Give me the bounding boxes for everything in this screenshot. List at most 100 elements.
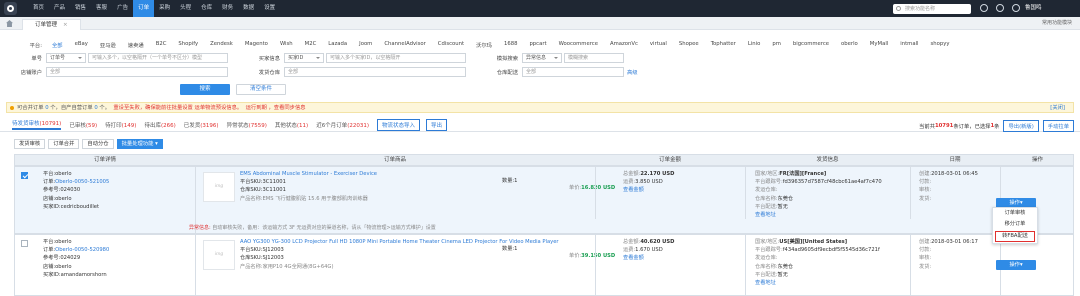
platform-option[interactable]: shopyy bbox=[931, 41, 950, 49]
order-number-input[interactable]: 可输入多个，以空格隔开（一个单号不区分）模型 bbox=[88, 53, 228, 63]
auto-split-button[interactable]: 自动分仓 bbox=[82, 139, 114, 149]
platform-option[interactable]: Wish bbox=[280, 41, 293, 49]
tab-order-management[interactable]: 订单管理 × bbox=[22, 19, 81, 30]
row-checkbox[interactable] bbox=[21, 172, 28, 179]
export-button[interactable]: 导出 bbox=[426, 118, 448, 131]
buyer-type-select[interactable]: 买家ID bbox=[284, 53, 324, 63]
tab-shipped[interactable]: 已发货(3196) bbox=[184, 121, 219, 129]
user-name[interactable]: 鲁国鸣 bbox=[1025, 0, 1042, 17]
shop-account-input[interactable]: 全部 bbox=[46, 67, 228, 77]
view-amount-link[interactable]: 查看金额 bbox=[623, 187, 644, 193]
product-thumbnail[interactable]: img bbox=[203, 240, 235, 270]
clear-conditions-button[interactable]: 清空条件 bbox=[236, 84, 286, 95]
nav-item[interactable]: 销售 bbox=[70, 0, 91, 17]
search-button[interactable]: 搜索 bbox=[180, 84, 230, 95]
nav-item[interactable]: 头程 bbox=[175, 0, 196, 17]
platform-option[interactable]: 全部 bbox=[52, 41, 63, 49]
logistics-preset-link[interactable]: 运单物流预设信息。 bbox=[195, 105, 243, 111]
bulk-process-button[interactable]: 批量处理功能 ▾ bbox=[116, 139, 163, 149]
order-link[interactable]: Oberlo-0050-520980 bbox=[55, 247, 109, 253]
menu-item-transfer-fba[interactable]: 转FBA配送 bbox=[995, 231, 1035, 242]
tab-six-months[interactable]: 近6个月订单(22031) bbox=[316, 121, 369, 129]
home-icon[interactable] bbox=[6, 20, 13, 27]
platform-option[interactable]: intmall bbox=[900, 41, 918, 49]
nav-item[interactable]: 采购 bbox=[154, 0, 175, 17]
row-checkbox[interactable] bbox=[21, 240, 28, 247]
platform-option[interactable]: ChannelAdvisor bbox=[384, 41, 425, 49]
tab-reviewed[interactable]: 已审核(59) bbox=[69, 121, 97, 129]
nav-item[interactable]: 数据 bbox=[238, 0, 259, 17]
nav-item-orders[interactable]: 订单 bbox=[133, 0, 155, 17]
nav-item[interactable]: 广告 bbox=[112, 0, 133, 17]
export-new-button[interactable]: 导出(新版) bbox=[1003, 120, 1039, 132]
tab-pending-review[interactable]: 待发货审核(10791) bbox=[12, 119, 62, 130]
view-address-link[interactable]: 查看地址 bbox=[755, 280, 776, 286]
exception-select[interactable]: 异常信息 bbox=[522, 53, 562, 63]
platform-option[interactable]: ppcart bbox=[529, 41, 546, 49]
table-row[interactable]: 平台:oberlo 订单:Oberlo-0050-520980 参考号:0240… bbox=[14, 234, 1074, 296]
nav-item[interactable]: 首页 bbox=[28, 0, 49, 17]
platform-option[interactable]: virtual bbox=[650, 41, 667, 49]
tab-other[interactable]: 其他状态(11) bbox=[275, 121, 308, 129]
platform-option[interactable]: 1688 bbox=[504, 41, 517, 49]
platform-option[interactable]: Shopee bbox=[679, 41, 699, 49]
platform-option[interactable]: Tophatter bbox=[711, 41, 736, 49]
menu-item-split-order[interactable]: 移分订单 bbox=[993, 219, 1037, 230]
common-modules-link[interactable]: 常用功能模块 bbox=[1042, 17, 1072, 30]
expire-link[interactable]: 运行到期 bbox=[246, 105, 267, 111]
platform-option[interactable]: Joom bbox=[359, 41, 372, 49]
buyer-input[interactable]: 可输入多个买家ID，以空格隔开 bbox=[326, 53, 466, 63]
platform-option[interactable]: 亚马逊 bbox=[100, 41, 116, 49]
function-search-input[interactable]: 搜索功能名称 bbox=[893, 4, 971, 14]
close-warning-link[interactable]: [关闭] bbox=[1050, 103, 1065, 113]
platform-option[interactable]: B2C bbox=[156, 41, 167, 49]
view-address-link[interactable]: 查看地址 bbox=[755, 212, 776, 218]
nav-item[interactable]: 财务 bbox=[217, 0, 238, 17]
table-row[interactable]: 平台:oberlo 订单:Oberlo-0050-521005 参考号:0240… bbox=[14, 166, 1074, 234]
platform-option[interactable]: pm bbox=[772, 41, 781, 49]
nav-item[interactable]: 客服 bbox=[91, 0, 112, 17]
tab-exception[interactable]: 异常状态(7559) bbox=[227, 121, 267, 129]
tab-to-ship[interactable]: 待出库(266) bbox=[144, 121, 175, 129]
nav-item[interactable]: 仓库 bbox=[196, 0, 217, 17]
sync-info-link[interactable]: ，查看同步信息 bbox=[268, 105, 305, 111]
fuzzy-search-input[interactable]: 模糊搜索 bbox=[564, 53, 624, 63]
platform-option[interactable]: oberlo bbox=[841, 41, 858, 49]
platform-option[interactable]: AmazonVc bbox=[610, 41, 638, 49]
order-type-select[interactable]: 订单号 bbox=[46, 53, 86, 63]
platform-option[interactable]: 速卖通 bbox=[128, 41, 144, 49]
platform-option[interactable]: Magento bbox=[245, 41, 268, 49]
platform-option[interactable]: Lazada bbox=[328, 41, 347, 49]
platform-option[interactable]: M2C bbox=[305, 41, 317, 49]
platform-option[interactable]: Zendesk bbox=[210, 41, 233, 49]
nav-item[interactable]: 设置 bbox=[259, 0, 280, 17]
platform-option[interactable]: MyMall bbox=[870, 41, 888, 49]
platform-option[interactable]: Linio bbox=[748, 41, 761, 49]
self-order-count-link[interactable]: 0 bbox=[94, 105, 97, 111]
bell-icon[interactable] bbox=[996, 4, 1004, 12]
product-link[interactable]: EMS Abdominal Muscle Stimulator - Exerci… bbox=[240, 171, 377, 177]
platform-option[interactable]: 沃尔玛 bbox=[476, 41, 492, 49]
view-amount-link[interactable]: 查看金额 bbox=[623, 255, 644, 261]
close-icon[interactable]: × bbox=[63, 22, 68, 28]
product-thumbnail[interactable]: img bbox=[203, 172, 235, 202]
menu-item-order-review[interactable]: 订单审核 bbox=[993, 208, 1037, 219]
ship-review-button[interactable]: 发货审核 bbox=[14, 139, 46, 149]
app-logo[interactable] bbox=[4, 2, 17, 15]
distribution-input[interactable]: 全部 bbox=[522, 67, 624, 77]
nav-item[interactable]: 产品 bbox=[49, 0, 70, 17]
warehouse-input[interactable]: 全部 bbox=[284, 67, 466, 77]
platform-option[interactable]: Cdiscount bbox=[438, 41, 464, 49]
platform-option[interactable]: Shopify bbox=[178, 41, 198, 49]
platform-option[interactable]: eBay bbox=[75, 41, 88, 49]
avatar[interactable] bbox=[1012, 4, 1020, 12]
platform-option[interactable]: Woocommerce bbox=[559, 41, 598, 49]
manual-sync-button[interactable]: 手动拉单 bbox=[1042, 120, 1074, 132]
tab-to-print[interactable]: 待打印(149) bbox=[105, 121, 136, 129]
logistics-import-button[interactable]: 物流状态导入 bbox=[376, 118, 420, 131]
row-action-button[interactable]: 操作▾ bbox=[996, 260, 1036, 270]
platform-option[interactable]: bigcommerce bbox=[793, 41, 829, 49]
order-link[interactable]: Oberlo-0050-521005 bbox=[55, 179, 109, 185]
merge-orders-button[interactable]: 订单合并 bbox=[48, 139, 80, 149]
advanced-link[interactable]: 高级 bbox=[627, 68, 638, 76]
